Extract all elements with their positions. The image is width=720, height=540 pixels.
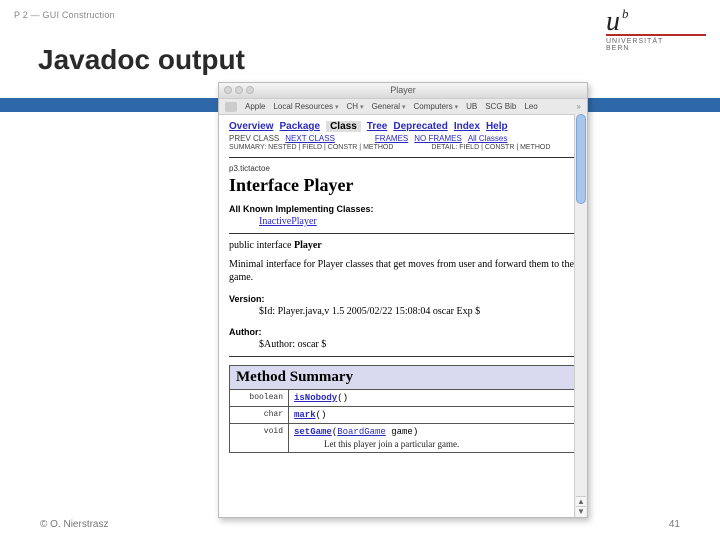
implementing-classes-label: All Known Implementing Classes: <box>229 204 577 214</box>
nav-link[interactable]: Help <box>486 121 508 132</box>
summary-right: DETAIL: FIELD | CONSTR | METHOD <box>431 144 550 151</box>
method-arg-type-link[interactable]: BoardGame <box>337 427 386 437</box>
logo-rule <box>606 34 706 36</box>
method-name-link[interactable]: mark <box>294 410 316 420</box>
divider <box>229 233 577 234</box>
footer-page-number: 41 <box>669 519 680 530</box>
method-name-link[interactable]: isNobody <box>294 393 337 403</box>
close-icon[interactable] <box>224 86 232 94</box>
javadoc-summary-row: SUMMARY: NESTED | FIELD | CONSTR | METHO… <box>229 144 577 151</box>
logo-u: u <box>606 6 620 38</box>
slide-header-label: P 2 — GUI Construction <box>14 10 115 20</box>
browser-window: Player Apple Local Resources CH General … <box>218 82 588 518</box>
implementing-class-link[interactable]: InactivePlayer <box>259 216 317 227</box>
author-label: Author: <box>229 327 577 337</box>
bookmark-item[interactable]: CH <box>347 102 364 111</box>
frames-link[interactable]: FRAMES <box>375 134 408 143</box>
method-row: boolean isNobody() <box>230 390 577 407</box>
summary-left: SUMMARY: NESTED | FIELD | CONSTR | METHO… <box>229 144 393 151</box>
bookmark-item[interactable]: Local Resources <box>273 102 338 111</box>
javadoc-page: Overview Package Class Tree Deprecated I… <box>219 115 587 463</box>
prev-class-label: PREV CLASS <box>229 134 279 143</box>
vertical-scrollbar[interactable]: ▲ ▼ <box>574 114 587 517</box>
bookmark-item[interactable]: Computers <box>414 102 459 111</box>
method-row: char mark() <box>230 407 577 424</box>
version-label: Version: <box>229 294 577 304</box>
nav-link[interactable]: Overview <box>229 121 273 132</box>
bookmark-item[interactable]: SCG Bib <box>485 102 516 111</box>
nav-link[interactable]: Package <box>279 121 320 132</box>
method-args: () <box>337 393 348 403</box>
book-icon[interactable] <box>225 102 237 112</box>
next-class-link[interactable]: NEXT CLASS <box>285 134 335 143</box>
logo-b: b <box>622 6 629 21</box>
method-signature: isNobody() <box>289 390 577 407</box>
footer-copyright: © O. Nierstrasz <box>40 519 109 530</box>
nav-link[interactable]: Deprecated <box>393 121 447 132</box>
return-type: char <box>230 407 289 424</box>
bookmark-item[interactable]: General <box>372 102 406 111</box>
return-type: void <box>230 424 289 453</box>
slide-title: Javadoc output <box>38 44 245 76</box>
nav-link[interactable]: Index <box>454 121 480 132</box>
signature-prefix: public interface <box>229 240 294 251</box>
interface-description: Minimal interface for Player classes tha… <box>229 259 577 284</box>
signature-name: Player <box>294 240 322 251</box>
window-controls[interactable] <box>224 86 254 94</box>
nav-selected: Class <box>326 121 361 132</box>
javadoc-subnav: PREV CLASS NEXT CLASS FRAMES NO FRAMES A… <box>229 134 577 143</box>
interface-signature: public interface Player <box>229 240 577 251</box>
author-value: $Author: oscar $ <box>259 339 577 350</box>
method-summary-heading: Method Summary <box>230 366 577 390</box>
divider <box>229 356 577 357</box>
bookmark-item[interactable]: Apple <box>245 102 265 111</box>
logo-line1: UNIVERSITÄT <box>606 38 706 45</box>
overflow-chevron-icon[interactable]: » <box>577 102 581 111</box>
bookmarks-bar[interactable]: Apple Local Resources CH General Compute… <box>219 99 587 115</box>
method-name-link[interactable]: setGame <box>294 427 332 437</box>
bookmark-item[interactable]: UB <box>466 102 477 111</box>
method-signature: mark() <box>289 407 577 424</box>
university-logo: ub UNIVERSITÄT BERN <box>606 6 706 52</box>
divider <box>229 157 577 158</box>
bookmark-item[interactable]: Leo <box>524 102 537 111</box>
scrollbar-thumb[interactable] <box>576 114 586 204</box>
interface-title: Interface Player <box>229 175 577 196</box>
logo-line2: BERN <box>606 45 706 52</box>
method-args: () <box>316 410 327 420</box>
zoom-icon[interactable] <box>246 86 254 94</box>
version-value: $Id: Player.java,v 1.5 2005/02/22 15:08:… <box>259 306 577 317</box>
method-row: void setGame(BoardGame game) Let this pl… <box>230 424 577 453</box>
package-name: p3.tictactoe <box>229 164 577 173</box>
window-title: Player <box>390 85 416 95</box>
method-row-description: Let this player join a particular game. <box>324 439 571 449</box>
window-titlebar: Player <box>219 83 587 99</box>
implementing-classes-value: InactivePlayer <box>259 216 577 227</box>
return-type: boolean <box>230 390 289 407</box>
method-args-rest: game) <box>386 427 418 437</box>
minimize-icon[interactable] <box>235 86 243 94</box>
no-frames-link[interactable]: NO FRAMES <box>414 134 462 143</box>
javadoc-nav: Overview Package Class Tree Deprecated I… <box>229 121 577 132</box>
scroll-down-arrow-icon[interactable]: ▼ <box>576 506 586 517</box>
method-summary-table: Method Summary boolean isNobody() char m… <box>229 365 577 453</box>
nav-link[interactable]: Tree <box>367 121 388 132</box>
method-signature: setGame(BoardGame game) Let this player … <box>289 424 577 453</box>
all-classes-link[interactable]: All Classes <box>468 134 508 143</box>
slide: P 2 — GUI Construction ub UNIVERSITÄT BE… <box>0 0 720 540</box>
